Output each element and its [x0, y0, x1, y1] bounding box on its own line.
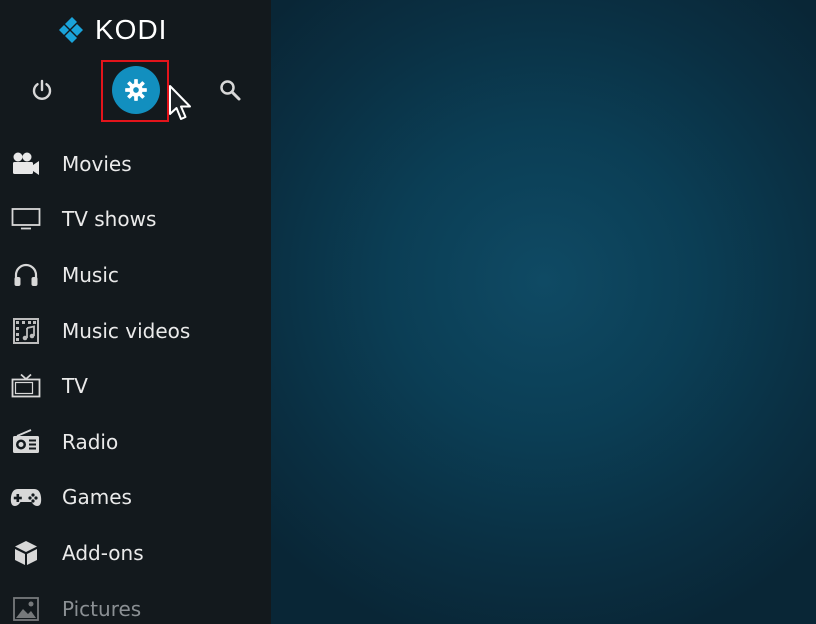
film-music-icon: [10, 317, 42, 345]
power-button[interactable]: [24, 72, 60, 108]
menu-item-label: Radio: [62, 429, 119, 454]
kodi-window: KODI Movies TV shows Music Music videos …: [0, 0, 816, 624]
kodi-logo-text: KODI: [95, 14, 168, 45]
menu-item-movies[interactable]: Movies: [0, 136, 271, 192]
menu-item-tv[interactable]: TV: [0, 358, 271, 414]
search-button[interactable]: [212, 72, 248, 108]
menu-item-label: Music: [62, 262, 119, 287]
menu-item-label: TV: [62, 374, 88, 399]
menu-item-label: Pictures: [62, 596, 142, 621]
movie-camera-icon: [10, 150, 42, 178]
power-icon: [32, 79, 52, 101]
gamepad-icon: [10, 483, 42, 511]
menu-item-label: Add-ons: [62, 540, 144, 565]
menu-item-games[interactable]: Games: [0, 470, 271, 526]
radio-icon: [10, 428, 42, 456]
menu-item-label: Music videos: [62, 318, 191, 343]
menu-item-label: TV shows: [62, 207, 157, 232]
content-background: [271, 0, 816, 624]
mouse-cursor-icon: [169, 85, 191, 120]
settings-highlight-box: [101, 60, 169, 122]
menu-item-label: Games: [62, 485, 132, 510]
addons-box-icon: [10, 539, 42, 567]
main-menu: Movies TV shows Music Music videos TV Ra…: [0, 136, 271, 624]
menu-item-add-ons[interactable]: Add-ons: [0, 525, 271, 581]
search-icon: [220, 80, 241, 101]
headphones-icon: [10, 261, 42, 289]
tv-icon: [10, 372, 42, 400]
menu-item-radio[interactable]: Radio: [0, 414, 271, 470]
monitor-icon: [10, 205, 42, 233]
kodi-logo: KODI: [53, 12, 167, 48]
sidebar: KODI Movies TV shows Music Music videos …: [0, 0, 271, 624]
menu-item-pictures[interactable]: Pictures: [0, 581, 271, 624]
menu-item-music-videos[interactable]: Music videos: [0, 303, 271, 359]
menu-item-label: Movies: [62, 151, 132, 176]
menu-item-music[interactable]: Music: [0, 247, 271, 303]
kodi-logo-icon: [59, 17, 83, 43]
menu-item-tv-shows[interactable]: TV shows: [0, 192, 271, 248]
picture-icon: [10, 595, 42, 623]
